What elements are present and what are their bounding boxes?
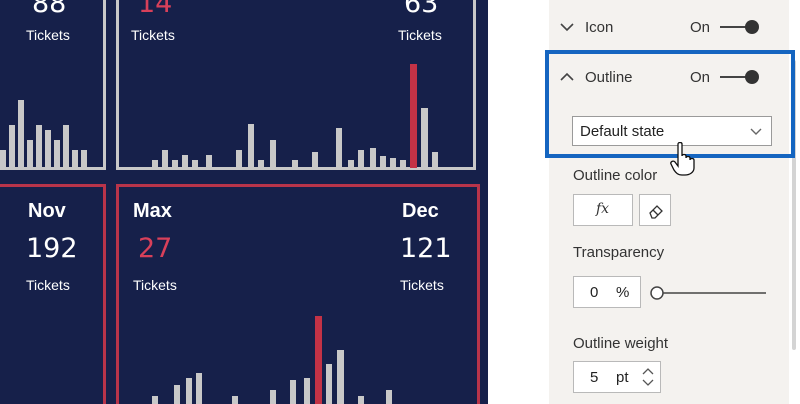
eraser-icon	[649, 205, 663, 219]
icon-toggle-state: On	[690, 19, 711, 36]
bar	[81, 150, 87, 168]
bar	[421, 108, 428, 168]
dashboard-canvas: 88 Tickets 14 Tickets 63 Tickets Nov 192…	[0, 0, 488, 404]
bar	[304, 378, 310, 404]
bar	[336, 128, 342, 168]
bar	[326, 364, 332, 404]
bar	[63, 125, 69, 168]
bar	[206, 155, 212, 168]
stepper-icon[interactable]	[641, 365, 655, 389]
icon-toggle-switch[interactable]	[718, 19, 764, 35]
bar	[370, 148, 376, 168]
bar	[380, 156, 386, 168]
bar	[348, 160, 354, 168]
bar	[182, 155, 188, 168]
bar	[270, 390, 276, 404]
bar	[27, 140, 33, 168]
outline-weight-unit: pt	[616, 369, 629, 386]
chevron-down-icon[interactable]	[559, 20, 575, 34]
bar	[9, 125, 15, 168]
bar	[232, 396, 238, 404]
bar-highlight	[315, 316, 322, 404]
bar	[36, 125, 42, 168]
bar	[152, 396, 158, 404]
bar	[358, 396, 364, 404]
eraser-button[interactable]	[639, 194, 671, 226]
bar	[386, 390, 392, 404]
bar	[18, 100, 24, 168]
transparency-input[interactable]: 0 %	[573, 276, 641, 308]
transparency-unit: %	[616, 284, 630, 301]
bar-highlight	[410, 64, 417, 168]
outline-weight-value: 5	[590, 369, 599, 386]
outline-color-label: Outline color	[573, 167, 658, 184]
transparency-slider[interactable]	[648, 284, 770, 302]
bar	[292, 160, 298, 168]
bar	[400, 160, 406, 168]
bar	[72, 150, 78, 168]
outline-weight-input[interactable]: 5 pt	[573, 361, 661, 393]
transparency-value: 0	[590, 284, 599, 301]
icon-section-label[interactable]: Icon	[585, 19, 613, 36]
bar	[236, 150, 242, 168]
outline-weight-label: Outline weight	[573, 335, 669, 352]
bar	[192, 160, 198, 168]
bar	[258, 160, 264, 168]
bar	[432, 152, 438, 168]
bar	[152, 160, 158, 168]
bar	[45, 130, 51, 168]
bar	[162, 150, 168, 168]
bar	[172, 160, 178, 168]
fx-label: fx	[596, 201, 610, 217]
fx-button[interactable]: fx	[573, 194, 633, 226]
hand-cursor-icon	[670, 142, 695, 176]
bar	[270, 140, 276, 168]
sparkline-bars	[0, 64, 438, 404]
bar	[174, 385, 180, 404]
bar	[54, 140, 60, 168]
transparency-label: Transparency	[573, 244, 665, 261]
bar	[248, 124, 254, 168]
bar	[0, 150, 6, 168]
bar	[358, 150, 364, 168]
bar	[290, 380, 296, 404]
bar	[186, 378, 192, 404]
stage: 88 Tickets 14 Tickets 63 Tickets Nov 192…	[0, 0, 800, 404]
bar	[312, 152, 318, 168]
bar	[390, 158, 396, 168]
bar	[196, 373, 202, 404]
bar	[337, 350, 344, 404]
